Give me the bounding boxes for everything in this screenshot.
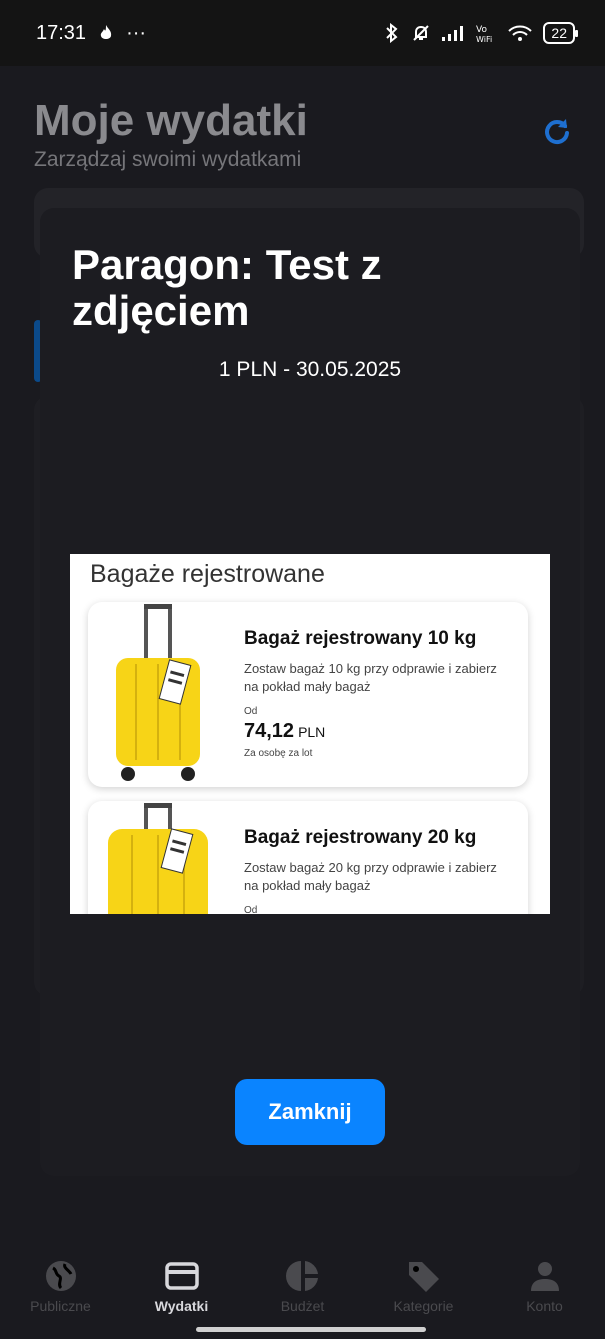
suitcase-icon (116, 604, 200, 781)
status-bar: 17:31 ··· Vo WiFi 22 (0, 0, 605, 66)
signal-icon (442, 26, 464, 41)
tag-icon (408, 1262, 439, 1292)
receipt-amount-date: 1 PLN - 30.05.2025 (218, 358, 402, 381)
nav-label: Konto (526, 1298, 563, 1314)
offer-price: 74,12 PLN (244, 720, 325, 743)
wifi-icon (508, 25, 533, 41)
battery-icon: 22 (543, 22, 578, 44)
baggage-offer-card: Bagaż rejestrowany 10 kg Zostaw bagaż 10… (88, 602, 528, 787)
svg-text:Vo: Vo (476, 25, 487, 35)
home-indicator[interactable] (196, 1327, 426, 1332)
svg-text:WiFi: WiFi (476, 35, 492, 43)
nav-label: Wydatki (154, 1298, 209, 1314)
offer-from-label: Od (244, 905, 258, 914)
globe-icon (45, 1261, 76, 1291)
close-button[interactable]: Zamknij (235, 1079, 385, 1145)
receipt-heading: Bagaże rejestrowane (90, 560, 325, 588)
page-subtitle: Zarządzaj swoimi wydatkami (34, 148, 302, 171)
nav-item-wydatki[interactable]: Wydatki (127, 1250, 237, 1339)
nav-label: Publiczne (30, 1298, 91, 1314)
nav-item-kategorie[interactable]: Kategorie (369, 1250, 479, 1339)
offer-from-label: Od (244, 706, 258, 717)
receipt-image: Bagaże rejestrowane Bagaż rejestrowany 1… (70, 554, 550, 914)
modal-title: Paragon: Test z zdjęciem (72, 241, 382, 334)
flame-icon (100, 25, 112, 39)
offer-description: Zostaw bagaż 10 kg przy odprawie i zabie… (244, 661, 497, 694)
nav-label: Budżet (280, 1298, 325, 1314)
refresh-icon[interactable] (542, 116, 572, 146)
nav-item-konto[interactable]: Konto (490, 1250, 600, 1339)
nav-label: Kategorie (393, 1298, 454, 1314)
status-more-dots: ··· (126, 21, 147, 44)
bluetooth-icon (386, 23, 398, 43)
receipt-modal: Paragon: Test z zdjęciem 1 PLN - 30.05.2… (40, 208, 580, 1176)
suitcase-icon (108, 803, 208, 914)
card-icon (164, 1262, 199, 1290)
vowifi-icon: VoWiFi (476, 25, 492, 43)
bottom-nav: Publiczne Wydatki Budżet Kategorie Konto (0, 1250, 605, 1339)
mute-bell-icon (413, 25, 430, 41)
status-right: Vo WiFi 22 (383, 22, 578, 44)
offer-name: Bagaż rejestrowany 20 kg (244, 827, 477, 848)
offer-price-value: 74,12 (244, 720, 295, 742)
offer-name: Bagaż rejestrowany 10 kg (244, 628, 477, 649)
page-title: Moje wydatki (34, 96, 308, 145)
offer-per-label: Za osobę za lot (244, 748, 313, 759)
baggage-offer-card: Bagaż rejestrowany 20 kg Zostaw bagaż 20… (88, 801, 528, 914)
person-icon (530, 1262, 559, 1291)
nav-item-budzet[interactable]: Budżet (248, 1250, 358, 1339)
pie-chart-icon (285, 1261, 318, 1291)
status-time: 17:31 (36, 21, 87, 44)
offer-currency: PLN (298, 724, 326, 740)
offer-description: Zostaw bagaż 20 kg przy odprawie i zabie… (244, 860, 497, 893)
nav-item-publiczne[interactable]: Publiczne (6, 1250, 116, 1339)
status-left: 17:31 ··· (36, 22, 146, 45)
